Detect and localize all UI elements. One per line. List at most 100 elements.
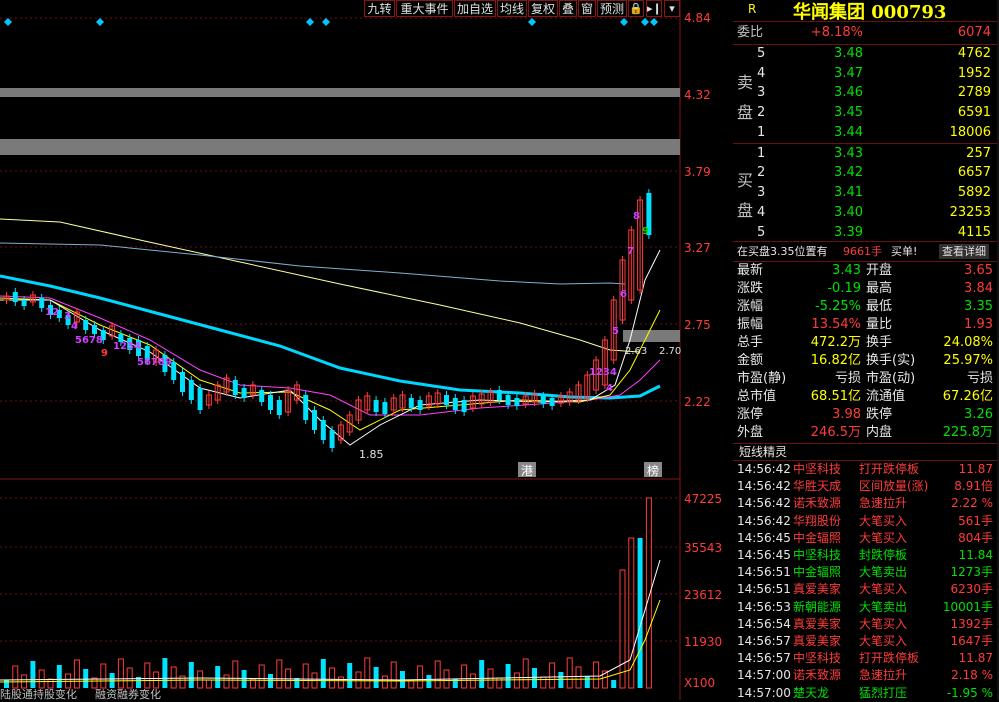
nine-seq-label: 1234 xyxy=(113,341,141,352)
arrow-right-icon[interactable]: ▸❙ xyxy=(646,0,662,17)
stat-label: 跌停 xyxy=(866,407,893,422)
buy-level-number: 5 xyxy=(757,225,766,240)
stat-value: 68.51亿 xyxy=(810,389,861,404)
buy-level-row[interactable]: 2 3.42 6657 xyxy=(733,164,999,182)
hk-connect-marker[interactable]: 港 xyxy=(518,462,536,478)
tick-row[interactable]: 14:56:51 真爱美家 大笔买入 6230手 xyxy=(733,581,999,598)
dragon-tiger-marker[interactable]: 榜 xyxy=(644,462,662,478)
buy-level-row[interactable]: 4 3.40 23253 xyxy=(733,204,999,222)
volume-bar xyxy=(47,678,54,689)
tab-hk-holding[interactable]: 陆股通持股变化 xyxy=(0,689,85,700)
price-tick: 2.22 xyxy=(684,395,711,409)
stat-value: 25.97% xyxy=(943,353,993,368)
tick-row[interactable]: 14:56:57 中坚科技 打开跌停板 11.87 xyxy=(733,650,999,667)
stat-label: 换手 xyxy=(866,335,893,350)
tick-event: 封跌停板 xyxy=(859,548,908,562)
stat-row: 外盘 246.5万 内盘 225.8万 xyxy=(733,424,999,442)
sell-level-row[interactable]: 3 3.46 2789 xyxy=(733,84,999,102)
volume-bar xyxy=(241,670,247,688)
ma5-line xyxy=(0,249,661,446)
add-watchlist-button[interactable]: 加自选 xyxy=(454,0,496,17)
tick-row[interactable]: 14:56:57 真爱美家 大笔买入 1647手 xyxy=(733,633,999,650)
sell-level-row[interactable]: 4 3.47 1952 xyxy=(733,65,999,83)
tick-row[interactable]: 14:56:42 华翔股份 大笔买入 561手 xyxy=(733,513,999,530)
volume-bar xyxy=(162,658,168,688)
tick-row[interactable]: 14:56:42 华胜天成 区间放量(涨) 8.91倍 xyxy=(733,478,999,495)
stat-value: 亏损 xyxy=(966,371,993,386)
event-diamond-icon xyxy=(322,18,330,26)
tick-stock: 中金辐照 xyxy=(793,565,842,580)
stat-label: 量比 xyxy=(866,317,893,332)
nine-seq-label: 8 xyxy=(633,211,640,222)
buy-level-row[interactable]: 1 3.43 257 xyxy=(733,145,999,163)
volume-bar xyxy=(170,666,177,689)
overlay-button[interactable]: 叠 xyxy=(559,0,577,17)
tick-row[interactable]: 14:56:45 中坚科技 封跌停板 11.84 xyxy=(733,547,999,564)
tick-row[interactable]: 14:57:00 诺禾致源 急速拉升 2.18 % xyxy=(733,667,999,684)
sell-level-row[interactable]: 5 3.48 4762 xyxy=(733,45,999,63)
window-button[interactable]: 窗 xyxy=(578,0,596,17)
stat-row: 总手 472.2万 换手 24.08% xyxy=(733,334,999,352)
nine-seq-label: 1234 xyxy=(589,367,617,378)
tick-row[interactable]: 14:56:51 中金辐照 大笔卖出 1273手 xyxy=(733,564,999,581)
tick-row[interactable]: 14:56:53 新朝能源 大笔卖出 10001手 xyxy=(733,599,999,616)
kline-chart-svg[interactable] xyxy=(0,0,732,700)
volume-bar xyxy=(4,680,9,688)
nine-seq-label: 3 xyxy=(64,311,71,322)
volume-bar xyxy=(232,660,239,689)
stat-label: 外盘 xyxy=(737,425,764,440)
tick-event: 大笔买入 xyxy=(859,513,908,528)
chevron-down-icon[interactable]: ▾ xyxy=(664,0,680,17)
volume-bar xyxy=(223,674,230,689)
volume-bar xyxy=(320,659,326,688)
volume-bar xyxy=(12,665,19,689)
tick-row[interactable]: 14:56:42 中坚科技 打开跌停板 11.87 xyxy=(733,461,999,478)
view-detail-button[interactable]: 查看详细 xyxy=(939,244,989,259)
sell-level-row[interactable]: 2 3.45 6591 xyxy=(733,104,999,122)
stat-label: 流通值 xyxy=(866,389,906,404)
tab-margin-trading[interactable]: 融资融券变化 xyxy=(95,689,175,700)
tick-row[interactable]: 14:56:54 真爱美家 大笔买入 1392手 xyxy=(733,616,999,633)
forecast-button[interactable]: 预测 xyxy=(597,0,627,17)
sell-level-number: 1 xyxy=(757,125,766,140)
quote-panel: R 华闻集团 000793 委比 +8.18% 6074 卖 盘 5 3.48 47… xyxy=(733,0,999,700)
sell-level-number: 3 xyxy=(757,85,766,100)
buy-level-row[interactable]: 3 3.41 5892 xyxy=(733,184,999,202)
stat-row: 涨停 3.98 跌停 3.26 xyxy=(733,406,999,424)
ma-button[interactable]: 均线 xyxy=(497,0,527,17)
price-tick: 4.84 xyxy=(684,11,711,25)
buy-notice: 在买盘3.35位置有 9661手 买单! 查看详细 xyxy=(733,243,999,261)
tick-row[interactable]: 14:56:45 中金辐照 大笔买入 804手 xyxy=(733,530,999,547)
lock-icon[interactable]: 🔒 xyxy=(628,0,644,17)
candle-body xyxy=(329,430,335,448)
volume-bar xyxy=(83,669,89,688)
major-events-button[interactable]: 重大事件 xyxy=(396,0,453,17)
tick-time: 14:57:00 xyxy=(737,668,791,683)
sell-level-number: 5 xyxy=(757,46,766,61)
stat-row: 金额 16.82亿 换手(实) 25.97% xyxy=(733,352,999,370)
tick-row[interactable]: 14:57:00 楚天龙 猛烈打压 -1.95 % xyxy=(733,685,999,702)
volume-bar xyxy=(205,679,212,689)
volume-bar xyxy=(549,662,556,689)
candle-body xyxy=(514,398,520,406)
volume-bar xyxy=(575,666,582,689)
range-label-2: 2.70 xyxy=(659,346,682,357)
kline-chart-area[interactable]: 九转 重大事件 加自选 均线 复权 叠 窗 预测 🔒 ▸❙ ▾ 4.84 4.3… xyxy=(0,0,732,700)
buy-level-number: 4 xyxy=(757,205,766,220)
resistance-band xyxy=(0,139,680,155)
volume-bar xyxy=(505,664,511,688)
buy-level-volume: 5892 xyxy=(957,185,991,200)
stat-label: 总市值 xyxy=(737,389,777,404)
tick-event: 大笔卖出 xyxy=(859,565,908,580)
volume-bar xyxy=(566,657,573,689)
jiuzhuan-button[interactable]: 九转 xyxy=(364,0,395,17)
buy-level-row[interactable]: 5 3.39 4115 xyxy=(733,224,999,242)
sell-level-row[interactable]: 1 3.44 18006 xyxy=(733,124,999,142)
weibi-label: 委比 xyxy=(737,25,764,40)
candle-body xyxy=(83,320,89,330)
tick-row[interactable]: 14:56:42 诺禾致源 急速拉升 2.22 % xyxy=(733,495,999,512)
adjust-button[interactable]: 复权 xyxy=(528,0,558,17)
candle-body xyxy=(417,400,423,410)
nine-seq-label: 5 xyxy=(612,326,619,337)
buy-notice-action: 买单! xyxy=(891,245,918,258)
